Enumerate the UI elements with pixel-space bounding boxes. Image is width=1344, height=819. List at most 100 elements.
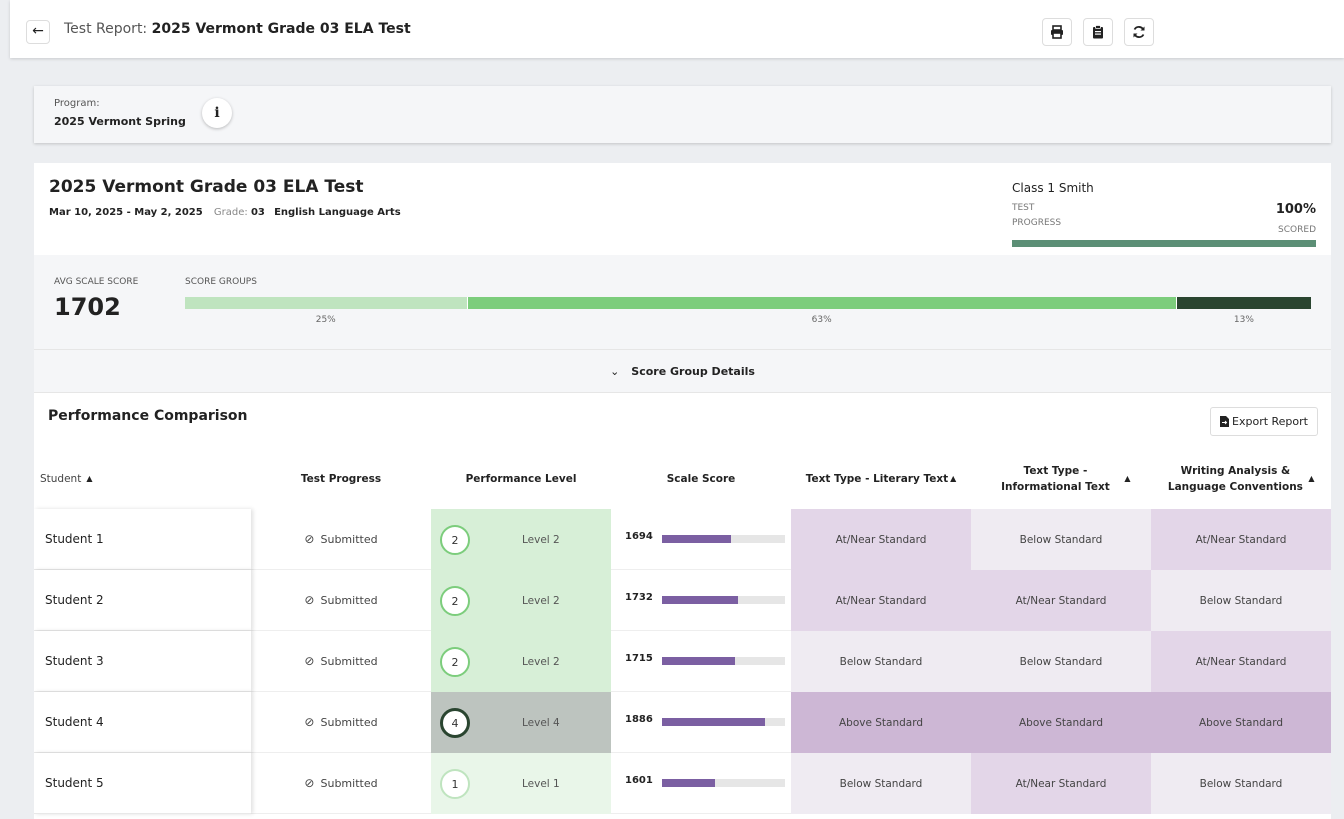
table-row: Student 5 ⊘ Submitted 1 Level 1 1601 Below Sta… — [34, 753, 1331, 814]
test-progress-cell: ⊘ Submitted — [251, 753, 431, 814]
column-header-student[interactable]: Student ▲ — [34, 448, 251, 509]
test-progress-cell: ⊘ Submitted — [251, 570, 431, 631]
literary-text-cell: Below Standard — [791, 753, 971, 814]
scale-score-cell: 1601 — [611, 753, 791, 814]
table-row: Student 1 ⊘ Submitted 2 Level 2 1694 At/Near S… — [34, 509, 1331, 570]
test-progress-fill — [1012, 240, 1316, 247]
informational-text-cell: At/Near Standard — [971, 570, 1151, 631]
student-name[interactable]: Student 3 — [34, 631, 251, 692]
clipboard-button[interactable] — [1083, 18, 1113, 46]
scale-score-value: 1715 — [625, 653, 653, 664]
test-meta: Mar 10, 2025 - May 2, 2025 Grade: 03 Eng… — [49, 207, 401, 218]
performance-table: Student ▲ Test Progress Performance Leve… — [34, 448, 1331, 814]
level-label: Level 2 — [522, 594, 560, 607]
test-progress-cell: ⊘ Submitted — [251, 509, 431, 570]
scale-score-fill — [662, 596, 738, 604]
test-report-card: 2025 Vermont Grade 03 ELA Test Mar 10, 2… — [34, 163, 1331, 819]
score-group-segment[interactable]: 63% — [466, 297, 1176, 325]
chevron-down-icon: ⌄ — [610, 364, 620, 378]
score-group-percent: 63% — [811, 315, 832, 325]
table-body: Student 1 ⊘ Submitted 2 Level 2 1694 At/Near S… — [34, 509, 1331, 814]
test-name: 2025 Vermont Grade 03 ELA Test — [151, 21, 411, 37]
informational-text-cell: Below Standard — [971, 631, 1151, 692]
student-name[interactable]: Student 5 — [34, 753, 251, 814]
student-name[interactable]: Student 1 — [34, 509, 251, 570]
check-circle-icon: ⊘ — [304, 654, 315, 668]
scale-score-value: 1694 — [625, 531, 653, 542]
subject-value: English Language Arts — [274, 207, 401, 218]
score-group-segment[interactable]: 13% — [1175, 297, 1311, 325]
table-row: Student 2 ⊘ Submitted 2 Level 2 1732 At/Near S… — [34, 570, 1331, 631]
export-report-button[interactable]: Export Report — [1210, 407, 1318, 436]
scale-score-value: 1886 — [625, 714, 653, 725]
page-title: Test Report: 2025 Vermont Grade 03 ELA T… — [64, 21, 411, 37]
table-header: Student ▲ Test Progress Performance Leve… — [34, 448, 1331, 509]
performance-level-cell: 2 Level 2 — [431, 509, 611, 570]
column-header-test-progress: Test Progress — [300, 472, 382, 485]
literary-text-cell: At/Near Standard — [791, 509, 971, 570]
file-export-icon — [1220, 416, 1230, 427]
student-name[interactable]: Student 2 — [34, 570, 251, 631]
back-button[interactable]: ← — [26, 20, 50, 44]
scale-score-cell: 1732 — [611, 570, 791, 631]
writing-analysis-cell: Below Standard — [1151, 753, 1331, 814]
program-card: Program: 2025 Vermont Spring i — [34, 86, 1331, 143]
program-info-button[interactable]: i — [202, 98, 232, 128]
score-group-percent: 25% — [315, 315, 336, 325]
test-progress-status: SCORED — [1278, 225, 1316, 235]
avg-scale-score-label: AVG SCALE SCORE — [54, 277, 139, 287]
informational-text-cell: Below Standard — [971, 509, 1151, 570]
program-value: 2025 Vermont Spring — [54, 115, 186, 128]
scale-score-cell: 1715 — [611, 631, 791, 692]
grade-label: Grade: — [213, 207, 248, 218]
score-group-segment[interactable]: 25% — [185, 297, 467, 325]
print-button[interactable] — [1042, 18, 1072, 46]
literary-text-cell: At/Near Standard — [791, 570, 971, 631]
level-badge: 1 — [440, 769, 470, 799]
performance-level-cell: 2 Level 2 — [431, 570, 611, 631]
column-header-performance-level: Performance Level — [465, 472, 577, 485]
grade-value: 03 — [250, 207, 265, 218]
score-summary: AVG SCALE SCORE 1702 SCORE GROUPS 25% 63%… — [34, 255, 1331, 349]
score-group-details-toggle[interactable]: ⌄ Score Group Details — [34, 349, 1331, 393]
scale-score-value: 1732 — [625, 592, 653, 603]
scale-score-bar — [662, 779, 785, 787]
check-circle-icon: ⊘ — [304, 776, 315, 790]
test-title: 2025 Vermont Grade 03 ELA Test — [49, 177, 364, 197]
scale-score-value: 1601 — [625, 775, 653, 786]
scale-score-fill — [662, 779, 715, 787]
column-header-informational-text[interactable]: Text Type - Informational Text ▲︎ — [971, 448, 1151, 509]
scale-score-cell: 1886 — [611, 692, 791, 753]
level-badge: 2 — [440, 586, 470, 616]
level-label: Level 2 — [522, 655, 560, 668]
sort-icon: ▲︎ — [1124, 473, 1131, 483]
check-circle-icon: ⊘ — [304, 715, 315, 729]
test-progress-bar — [1012, 240, 1316, 247]
literary-text-cell: Below Standard — [791, 631, 971, 692]
arrow-left-icon: ← — [32, 23, 44, 39]
literary-text-cell: Above Standard — [791, 692, 971, 753]
writing-analysis-cell: At/Near Standard — [1151, 509, 1331, 570]
writing-analysis-cell: Below Standard — [1151, 570, 1331, 631]
refresh-icon — [1133, 26, 1145, 38]
informational-text-cell: At/Near Standard — [971, 753, 1151, 814]
student-name[interactable]: Student 4 — [34, 692, 251, 753]
column-header-scale-score: Scale Score — [666, 472, 736, 485]
scale-score-fill — [662, 718, 765, 726]
scale-score-bar — [662, 596, 785, 604]
scale-score-fill — [662, 535, 732, 543]
writing-analysis-cell: Above Standard — [1151, 692, 1331, 753]
refresh-button[interactable] — [1124, 18, 1154, 46]
test-progress-percent: 100% — [1275, 202, 1316, 217]
column-header-literary-text[interactable]: Text Type - Literary Text ▲︎ — [791, 448, 971, 509]
check-circle-icon: ⊘ — [304, 593, 315, 607]
column-header-writing-analysis[interactable]: Writing Analysis & Language Conventions … — [1151, 448, 1331, 509]
sort-icon: ▲︎ — [950, 473, 957, 483]
info-icon: i — [214, 105, 220, 121]
score-groups-bar: 25% 63% 13% — [185, 297, 1311, 325]
test-progress-cell: ⊘ Submitted — [251, 631, 431, 692]
top-bar: ← Test Report: 2025 Vermont Grade 03 ELA… — [10, 0, 1344, 58]
score-groups-label: SCORE GROUPS — [185, 277, 257, 287]
test-progress-cell: ⊘ Submitted — [251, 692, 431, 753]
level-badge: 4 — [440, 708, 470, 738]
